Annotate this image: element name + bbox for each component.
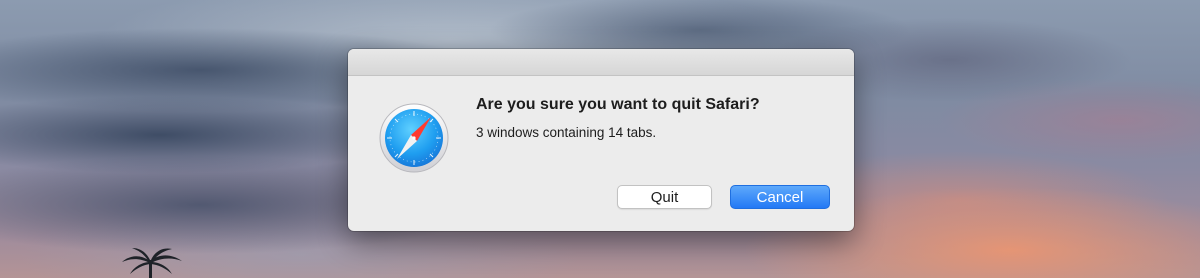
dialog-titlebar[interactable] [348, 49, 854, 76]
dialog-message: 3 windows containing 14 tabs. [476, 125, 657, 140]
quit-confirmation-dialog: Are you sure you want to quit Safari? 3 … [348, 49, 854, 231]
dialog-title: Are you sure you want to quit Safari? [476, 96, 760, 113]
cancel-button[interactable]: Cancel [730, 185, 830, 209]
quit-button[interactable]: Quit [617, 185, 712, 209]
palm-tree-silhouette [122, 248, 182, 278]
safari-compass-icon [379, 103, 449, 173]
